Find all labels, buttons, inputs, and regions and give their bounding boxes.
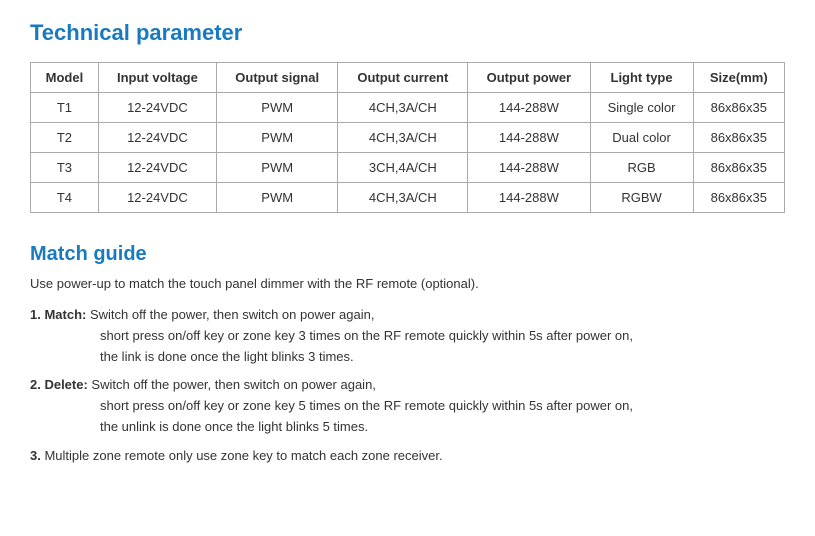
table-header-cell: Input voltage <box>98 63 216 93</box>
table-cell: 12-24VDC <box>98 183 216 213</box>
table-row: T312-24VDCPWM3CH,4A/CH144-288WRGB86x86x3… <box>31 153 785 183</box>
table-cell: 12-24VDC <box>98 93 216 123</box>
match-guide-section: Match guide Use power-up to match the to… <box>30 243 785 467</box>
table-cell: 144-288W <box>468 123 590 153</box>
table-header-cell: Size(mm) <box>693 63 784 93</box>
match-guide-intro: Use power-up to match the touch panel di… <box>30 276 785 291</box>
table-cell: 144-288W <box>468 93 590 123</box>
table-header-cell: Output current <box>338 63 468 93</box>
table-cell: T3 <box>31 153 99 183</box>
table-cell: 86x86x35 <box>693 123 784 153</box>
table-row: T412-24VDCPWM4CH,3A/CH144-288WRGBW86x86x… <box>31 183 785 213</box>
table-row: T212-24VDCPWM4CH,3A/CH144-288WDual color… <box>31 123 785 153</box>
table-header-cell: Output signal <box>216 63 337 93</box>
table-header-cell: Output power <box>468 63 590 93</box>
table-cell: PWM <box>216 183 337 213</box>
table-cell: 12-24VDC <box>98 153 216 183</box>
table-cell: RGB <box>590 153 693 183</box>
table-cell: 4CH,3A/CH <box>338 93 468 123</box>
table-row: T112-24VDCPWM4CH,3A/CH144-288WSingle col… <box>31 93 785 123</box>
table-cell: 86x86x35 <box>693 153 784 183</box>
table-cell: PWM <box>216 153 337 183</box>
list-item: 2. Delete: Switch off the power, then sw… <box>30 375 785 437</box>
list-item: 3. Multiple zone remote only use zone ke… <box>30 446 785 467</box>
match-list: 1. Match: Switch off the power, then swi… <box>30 305 785 467</box>
table-cell: T4 <box>31 183 99 213</box>
list-item: 1. Match: Switch off the power, then swi… <box>30 305 785 367</box>
technical-table: ModelInput voltageOutput signalOutput cu… <box>30 62 785 213</box>
table-cell: 4CH,3A/CH <box>338 183 468 213</box>
table-header-cell: Model <box>31 63 99 93</box>
table-cell: Single color <box>590 93 693 123</box>
table-cell: 4CH,3A/CH <box>338 123 468 153</box>
table-cell: 144-288W <box>468 153 590 183</box>
table-cell: 12-24VDC <box>98 123 216 153</box>
page-title: Technical parameter <box>30 20 785 46</box>
table-cell: PWM <box>216 93 337 123</box>
table-cell: 144-288W <box>468 183 590 213</box>
table-cell: 86x86x35 <box>693 93 784 123</box>
table-cell: T1 <box>31 93 99 123</box>
table-cell: 86x86x35 <box>693 183 784 213</box>
table-cell: RGBW <box>590 183 693 213</box>
table-cell: PWM <box>216 123 337 153</box>
table-cell: Dual color <box>590 123 693 153</box>
table-cell: T2 <box>31 123 99 153</box>
table-cell: 3CH,4A/CH <box>338 153 468 183</box>
table-header-row: ModelInput voltageOutput signalOutput cu… <box>31 63 785 93</box>
match-guide-title: Match guide <box>30 243 785 266</box>
table-header-cell: Light type <box>590 63 693 93</box>
